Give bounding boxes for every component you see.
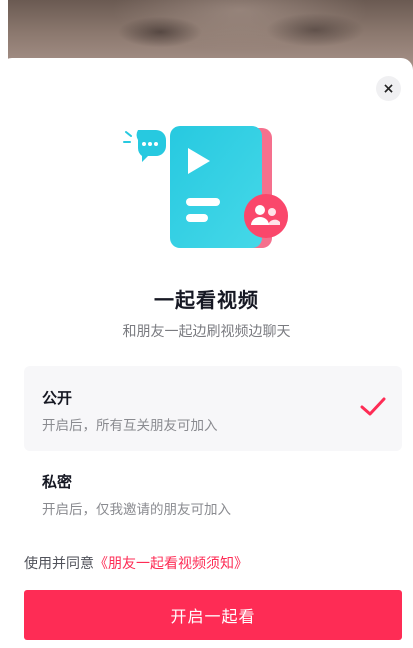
watch-together-illustration — [123, 126, 288, 248]
option-title: 公开 — [42, 389, 73, 407]
page-subtitle: 和朋友一起边刷视频边聊天 — [122, 324, 291, 340]
text-line — [186, 198, 220, 206]
page-title: 一起看视频 — [154, 288, 259, 312]
phone-card-icon — [170, 126, 262, 248]
start-watch-together-button[interactable]: 开启一起看 — [24, 590, 402, 640]
agreement-prefix: 使用并同意 — [24, 556, 94, 572]
cta-label: 开启一起看 — [170, 607, 256, 626]
close-button[interactable]: × — [376, 76, 401, 101]
chat-bubble-icon — [123, 130, 166, 162]
option-description: 开启后，所有互关朋友可加入 — [42, 418, 218, 434]
agreement-text: 使用并同意《朋友一起看视频须知》 — [24, 553, 248, 573]
friends-icon — [244, 194, 288, 238]
text-line — [186, 214, 208, 222]
option-description: 开启后，仅我邀请的朋友可加入 — [42, 502, 231, 518]
close-icon: × — [382, 80, 395, 97]
option-title: 私密 — [42, 473, 73, 491]
agreement-link[interactable]: 《朋友一起看视频须知》 — [94, 556, 248, 572]
checkmark-icon — [360, 397, 386, 416]
option-private[interactable]: 私密 开启后，仅我邀请的朋友可加入 — [24, 450, 402, 535]
option-public[interactable]: 公开 开启后，所有互关朋友可加入 — [24, 366, 402, 451]
